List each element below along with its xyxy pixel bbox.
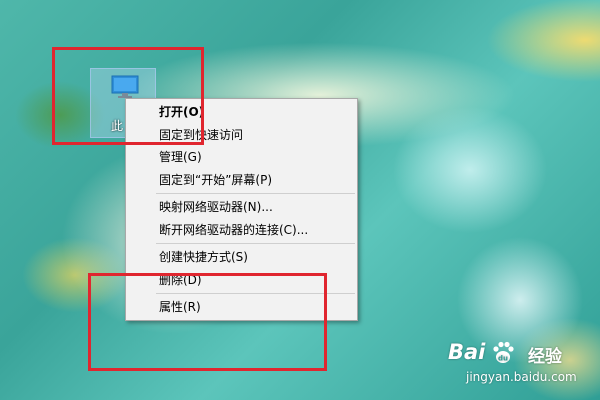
menu-separator [156, 243, 355, 244]
paw-logo-icon: du [493, 341, 514, 363]
watermark-brand: Bai [448, 340, 486, 364]
menu-item-manage[interactable]: 管理(G) [126, 146, 357, 169]
highlight-box-properties [88, 273, 327, 371]
baidu-jingyan-watermark: Bai du 经验 jingyan.baidu.com [446, 340, 596, 396]
watermark-site: jingyan.baidu.com [466, 370, 577, 384]
highlight-box-icon [52, 47, 204, 145]
menu-separator [156, 193, 355, 194]
menu-item-disconnect-network-drive[interactable]: 断开网络驱动器的连接(C)... [126, 219, 357, 242]
menu-item-create-shortcut[interactable]: 创建快捷方式(S) [126, 246, 357, 269]
watermark-jingyan: 经验 [528, 347, 562, 367]
svg-text:du: du [498, 355, 508, 363]
menu-item-pin-start[interactable]: 固定到“开始”屏幕(P) [126, 169, 357, 192]
menu-item-map-network-drive[interactable]: 映射网络驱动器(N)... [126, 196, 357, 219]
